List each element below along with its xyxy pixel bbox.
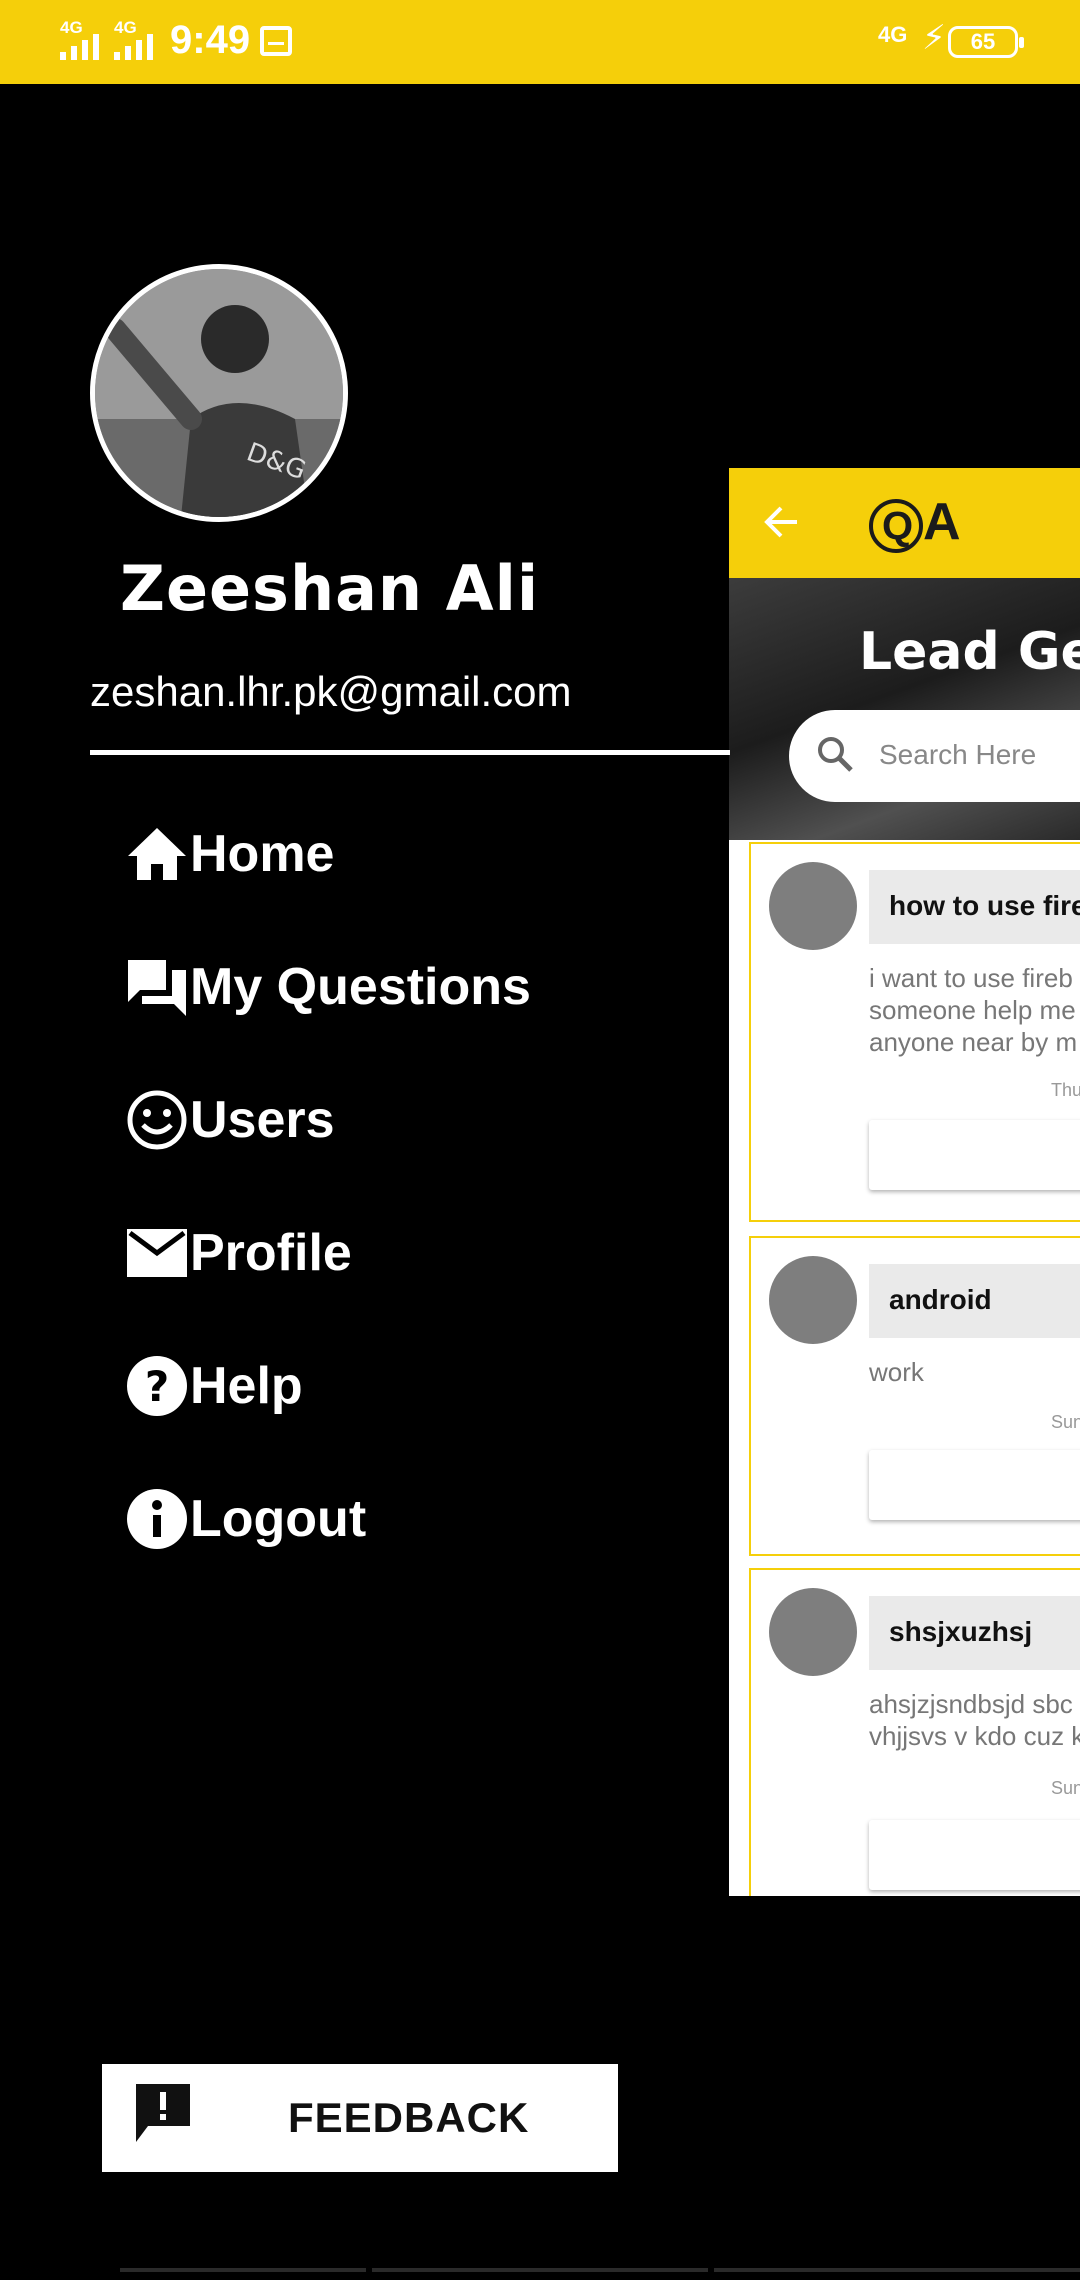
bottom-bar-segment (372, 2268, 708, 2272)
smiley-icon (124, 1087, 190, 1153)
question-body: work (869, 1357, 924, 1387)
back-arrow-icon[interactable] (761, 504, 801, 545)
menu-item-label: Logout (190, 1490, 367, 1548)
question-body: ahsjzjsndbsjd sbc vhjjsvs v kdo cuz k (869, 1689, 1080, 1751)
search-box[interactable] (789, 710, 1080, 802)
svg-text:?: ? (145, 1362, 169, 1411)
menu-item-logout[interactable]: Logout (124, 1479, 366, 1559)
menu-item-home[interactable]: Home (124, 814, 334, 894)
divider (90, 750, 730, 755)
menu-item-label: Help (190, 1357, 303, 1415)
question-body: i want to use fireb someone help me anyo… (869, 963, 1078, 1057)
home-icon (124, 821, 190, 887)
feedback-label: FEEDBACK (288, 2094, 530, 2141)
info-icon (124, 1486, 190, 1552)
person-photo-icon: D&G (95, 269, 343, 517)
question-card[interactable]: shsjxuzhsj ahsjzjsndbsjd sbc vhjjsvs v k… (749, 1568, 1080, 1896)
user-email: zeshan.lhr.pk@gmail.com (90, 668, 572, 715)
menu-item-label: Users (190, 1091, 335, 1149)
menu-item-help[interactable]: ? Help (124, 1346, 303, 1426)
message-icon (260, 26, 292, 56)
question-title: shsjxuzhsj (869, 1596, 1080, 1670)
question-date: Sun (1051, 1778, 1080, 1798)
avatar (769, 862, 857, 950)
status-time: 9:49 (170, 18, 251, 62)
question-action-button[interactable] (869, 1120, 1080, 1190)
menu-item-users[interactable]: Users (124, 1080, 335, 1160)
app-banner: Lead Gen (729, 578, 1080, 840)
menu-item-label: Home (190, 825, 335, 883)
question-date: Thu (1051, 1080, 1080, 1100)
question-card[interactable]: android work Sun (749, 1236, 1080, 1556)
app-toolbar: QQAA (729, 468, 1080, 578)
network-type: 4G (878, 22, 908, 47)
menu-item-my-questions[interactable]: My Questions (124, 947, 531, 1027)
bottom-bar-segment (714, 2268, 1080, 2272)
menu-item-label: Profile (190, 1224, 352, 1282)
user-name: Zeeshan Ali (120, 552, 540, 625)
question-date: Sun (1051, 1412, 1080, 1432)
menu-item-label: My Questions (190, 958, 531, 1016)
forum-icon (124, 954, 190, 1020)
search-input[interactable] (879, 730, 1080, 780)
signal-icon: 4G (60, 18, 99, 60)
charging-icon: ⚡ (922, 19, 946, 57)
question-action-button[interactable] (869, 1450, 1080, 1520)
battery-indicator: 65 (948, 26, 1024, 58)
app-logo: QQAA (869, 492, 961, 553)
feedback-button[interactable]: FEEDBACK (102, 2064, 618, 2172)
signal-icon: 4G (114, 18, 153, 60)
question-card[interactable]: how to use fireb i want to use fireb som… (749, 842, 1080, 1222)
banner-title: Lead Gen (859, 622, 1080, 682)
question-title: how to use fireb (869, 870, 1080, 944)
bottom-bar-segment (120, 2268, 366, 2272)
status-bar: 4G 4G 9:49 4G ⚡ 65 (0, 0, 1080, 84)
feedback-icon (132, 2082, 194, 2153)
mail-icon (124, 1220, 190, 1286)
question-title: android (869, 1264, 1080, 1338)
avatar (769, 1256, 857, 1344)
avatar (769, 1588, 857, 1676)
question-action-button[interactable] (869, 1820, 1080, 1890)
profile-avatar[interactable]: D&G (90, 264, 348, 522)
help-icon: ? (124, 1353, 190, 1419)
search-icon (815, 734, 855, 779)
main-app-panel[interactable]: QQAA Lead Gen how to use fireb i want to… (729, 468, 1080, 1896)
menu-item-profile[interactable]: Profile (124, 1213, 352, 1293)
